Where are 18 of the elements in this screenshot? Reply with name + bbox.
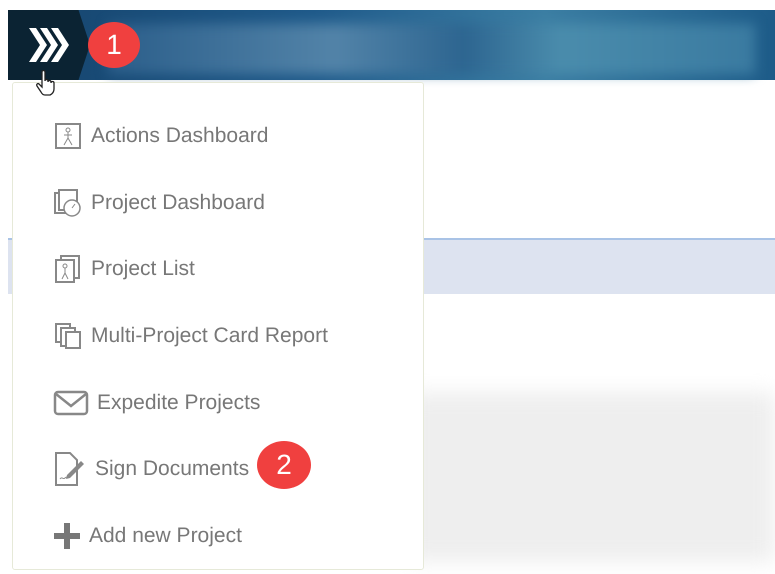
chevrons-icon [27, 28, 71, 62]
step-badge: 2 [257, 441, 312, 490]
menu-toggle-button[interactable] [8, 10, 90, 80]
gauge-cards-icon [53, 188, 83, 217]
plus-icon [53, 522, 81, 550]
step-badge: 1 [88, 22, 140, 68]
menu-item[interactable]: Expedite Projects [53, 388, 260, 417]
person-card-icon [53, 122, 83, 150]
menu-item[interactable]: Sign Documents [53, 451, 250, 488]
envelope-icon [53, 388, 89, 417]
menu-item[interactable]: Project Dashboard [53, 188, 265, 217]
menu-item[interactable]: Project List [53, 255, 195, 284]
person-cards-icon [53, 255, 83, 284]
signature-document-icon [53, 451, 87, 488]
menu-item[interactable]: Add new Project [53, 522, 242, 550]
menu-item[interactable]: Multi-Project Card Report [53, 322, 328, 350]
stacked-cards-icon [53, 322, 83, 350]
menu-item[interactable]: Actions Dashboard [53, 122, 268, 150]
